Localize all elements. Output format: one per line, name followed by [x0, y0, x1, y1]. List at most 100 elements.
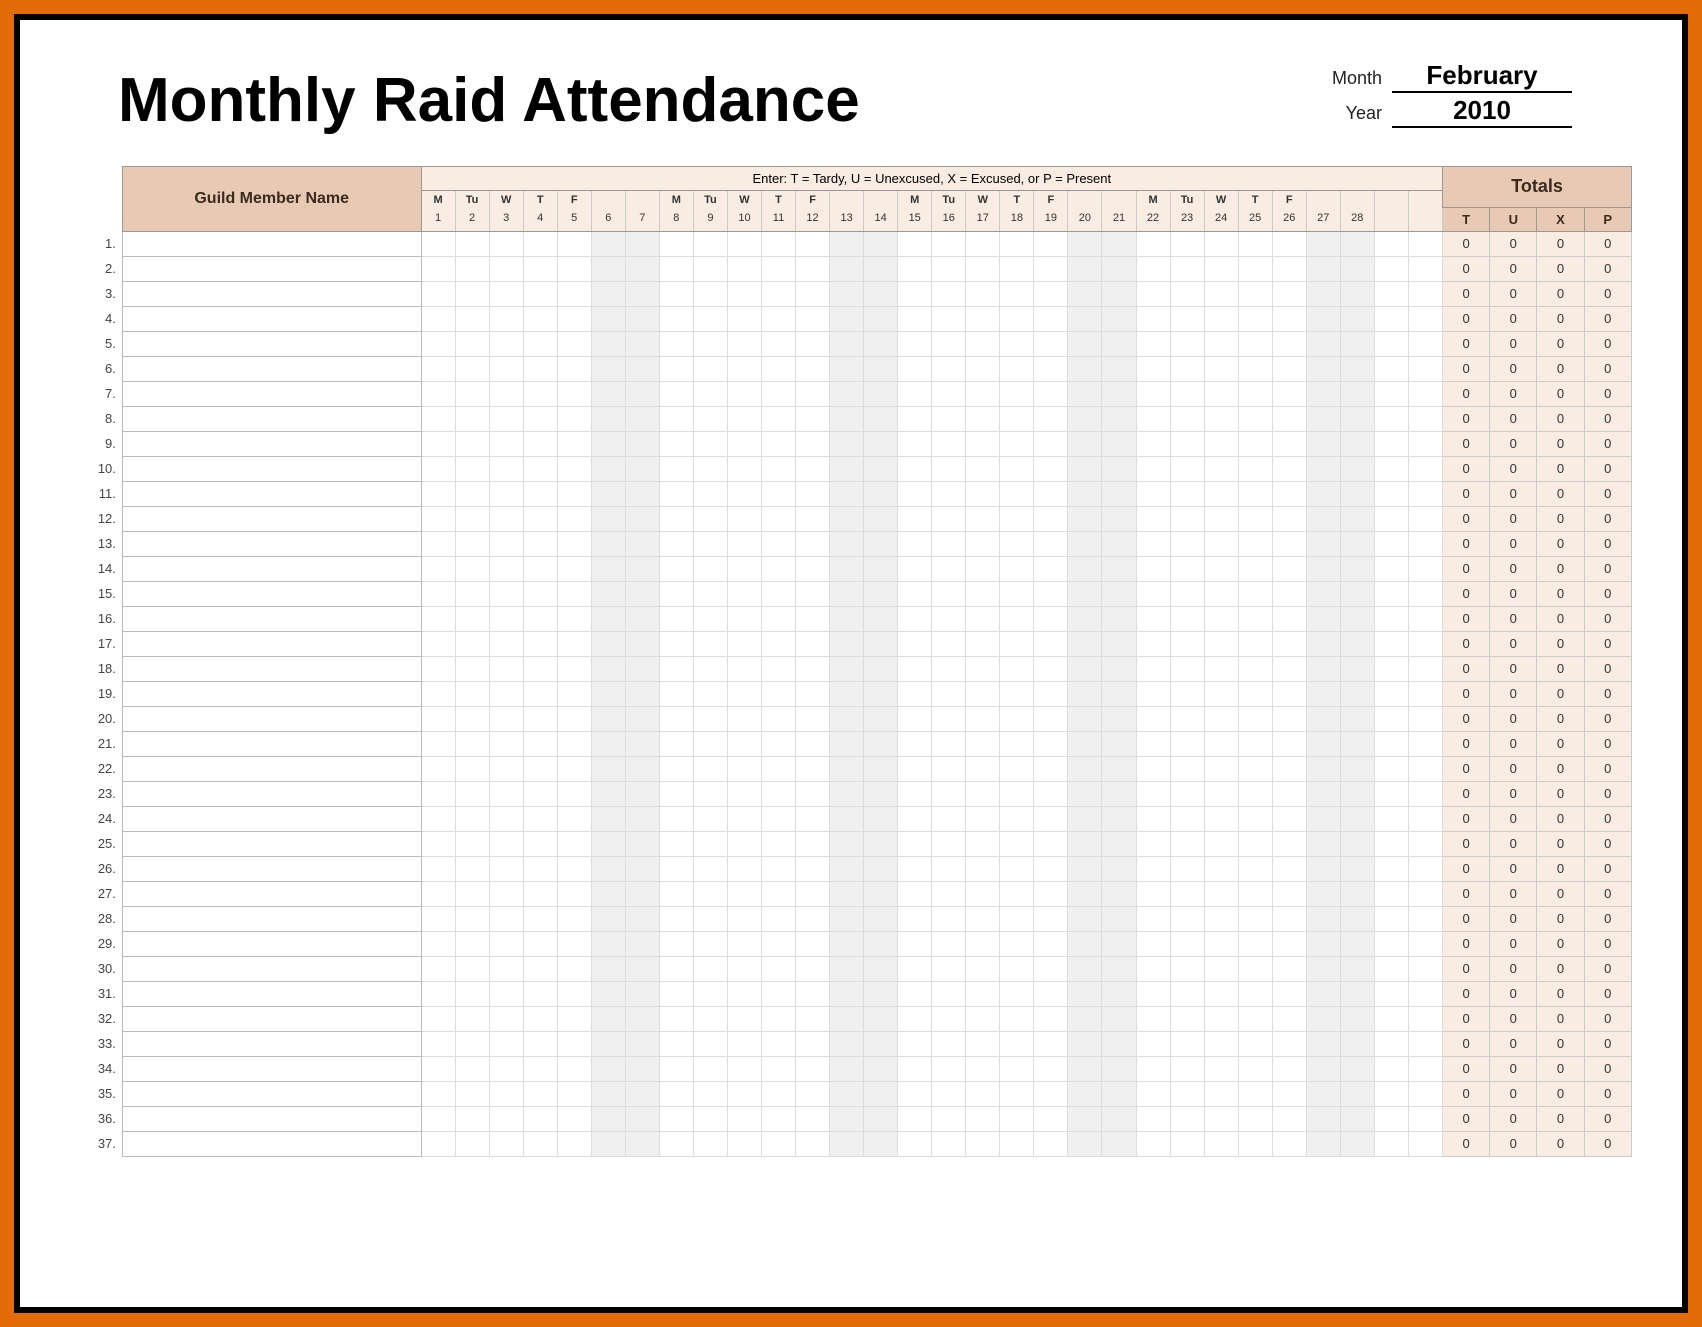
attendance-cell[interactable] [932, 1106, 966, 1131]
attendance-cell[interactable] [557, 981, 591, 1006]
attendance-cell[interactable] [1068, 1131, 1102, 1156]
attendance-cell[interactable] [693, 756, 727, 781]
attendance-cell[interactable] [693, 381, 727, 406]
attendance-cell[interactable] [761, 831, 795, 856]
attendance-cell[interactable] [625, 756, 659, 781]
attendance-cell[interactable] [557, 781, 591, 806]
attendance-cell[interactable] [455, 1056, 489, 1081]
attendance-cell[interactable] [489, 731, 523, 756]
attendance-cell[interactable] [1204, 356, 1238, 381]
attendance-cell[interactable] [625, 956, 659, 981]
attendance-cell[interactable] [1000, 731, 1034, 756]
attendance-cell[interactable] [727, 981, 761, 1006]
attendance-cell[interactable] [1272, 256, 1306, 281]
attendance-cell[interactable] [455, 956, 489, 981]
attendance-cell[interactable] [1034, 806, 1068, 831]
attendance-cell[interactable] [1068, 756, 1102, 781]
attendance-cell[interactable] [1034, 281, 1068, 306]
member-name-cell[interactable] [122, 331, 421, 356]
attendance-cell[interactable] [830, 531, 864, 556]
attendance-cell[interactable] [898, 1056, 932, 1081]
attendance-cell[interactable] [761, 406, 795, 431]
attendance-cell[interactable] [1136, 1081, 1170, 1106]
member-name-cell[interactable] [122, 306, 421, 331]
attendance-cell[interactable] [761, 506, 795, 531]
attendance-cell[interactable] [1408, 881, 1442, 906]
attendance-cell[interactable] [591, 531, 625, 556]
attendance-cell[interactable] [523, 581, 557, 606]
attendance-cell[interactable] [864, 706, 898, 731]
attendance-cell[interactable] [761, 356, 795, 381]
attendance-cell[interactable] [830, 931, 864, 956]
attendance-cell[interactable] [455, 906, 489, 931]
attendance-cell[interactable] [1068, 806, 1102, 831]
attendance-cell[interactable] [1170, 1081, 1204, 1106]
attendance-cell[interactable] [625, 456, 659, 481]
attendance-cell[interactable] [625, 281, 659, 306]
attendance-cell[interactable] [455, 531, 489, 556]
attendance-cell[interactable] [1340, 881, 1374, 906]
attendance-cell[interactable] [1136, 231, 1170, 256]
attendance-cell[interactable] [1204, 256, 1238, 281]
attendance-cell[interactable] [421, 281, 455, 306]
attendance-cell[interactable] [966, 981, 1000, 1006]
attendance-cell[interactable] [727, 256, 761, 281]
attendance-cell[interactable] [1102, 231, 1136, 256]
attendance-cell[interactable] [421, 1081, 455, 1106]
attendance-cell[interactable] [1374, 606, 1408, 631]
attendance-cell[interactable] [1408, 706, 1442, 731]
attendance-cell[interactable] [625, 256, 659, 281]
attendance-cell[interactable] [1102, 781, 1136, 806]
attendance-cell[interactable] [1374, 231, 1408, 256]
attendance-cell[interactable] [625, 881, 659, 906]
attendance-cell[interactable] [932, 881, 966, 906]
attendance-cell[interactable] [1374, 981, 1408, 1006]
attendance-cell[interactable] [727, 956, 761, 981]
attendance-cell[interactable] [455, 256, 489, 281]
attendance-cell[interactable] [1034, 381, 1068, 406]
attendance-cell[interactable] [864, 431, 898, 456]
attendance-cell[interactable] [625, 931, 659, 956]
attendance-cell[interactable] [1408, 356, 1442, 381]
attendance-cell[interactable] [1374, 906, 1408, 931]
attendance-cell[interactable] [591, 356, 625, 381]
attendance-cell[interactable] [932, 306, 966, 331]
attendance-cell[interactable] [591, 581, 625, 606]
attendance-cell[interactable] [1238, 531, 1272, 556]
attendance-cell[interactable] [761, 231, 795, 256]
attendance-cell[interactable] [591, 606, 625, 631]
member-name-cell[interactable] [122, 456, 421, 481]
attendance-cell[interactable] [625, 481, 659, 506]
attendance-cell[interactable] [455, 1106, 489, 1131]
attendance-cell[interactable] [1068, 281, 1102, 306]
member-name-cell[interactable] [122, 656, 421, 681]
attendance-cell[interactable] [1340, 256, 1374, 281]
attendance-cell[interactable] [1374, 331, 1408, 356]
attendance-cell[interactable] [1102, 1056, 1136, 1081]
attendance-cell[interactable] [1102, 931, 1136, 956]
attendance-cell[interactable] [898, 631, 932, 656]
attendance-cell[interactable] [864, 1131, 898, 1156]
attendance-cell[interactable] [659, 231, 693, 256]
attendance-cell[interactable] [1238, 706, 1272, 731]
attendance-cell[interactable] [932, 406, 966, 431]
attendance-cell[interactable] [625, 706, 659, 731]
attendance-cell[interactable] [1068, 631, 1102, 656]
attendance-cell[interactable] [659, 956, 693, 981]
attendance-cell[interactable] [830, 606, 864, 631]
attendance-cell[interactable] [523, 431, 557, 456]
attendance-cell[interactable] [1306, 831, 1340, 856]
attendance-cell[interactable] [1340, 1056, 1374, 1081]
attendance-cell[interactable] [1136, 831, 1170, 856]
attendance-cell[interactable] [421, 581, 455, 606]
attendance-cell[interactable] [489, 1131, 523, 1156]
attendance-cell[interactable] [727, 381, 761, 406]
attendance-cell[interactable] [625, 431, 659, 456]
attendance-cell[interactable] [625, 1131, 659, 1156]
attendance-cell[interactable] [761, 1031, 795, 1056]
attendance-cell[interactable] [761, 531, 795, 556]
attendance-cell[interactable] [1374, 631, 1408, 656]
attendance-cell[interactable] [796, 931, 830, 956]
attendance-cell[interactable] [830, 381, 864, 406]
attendance-cell[interactable] [932, 656, 966, 681]
